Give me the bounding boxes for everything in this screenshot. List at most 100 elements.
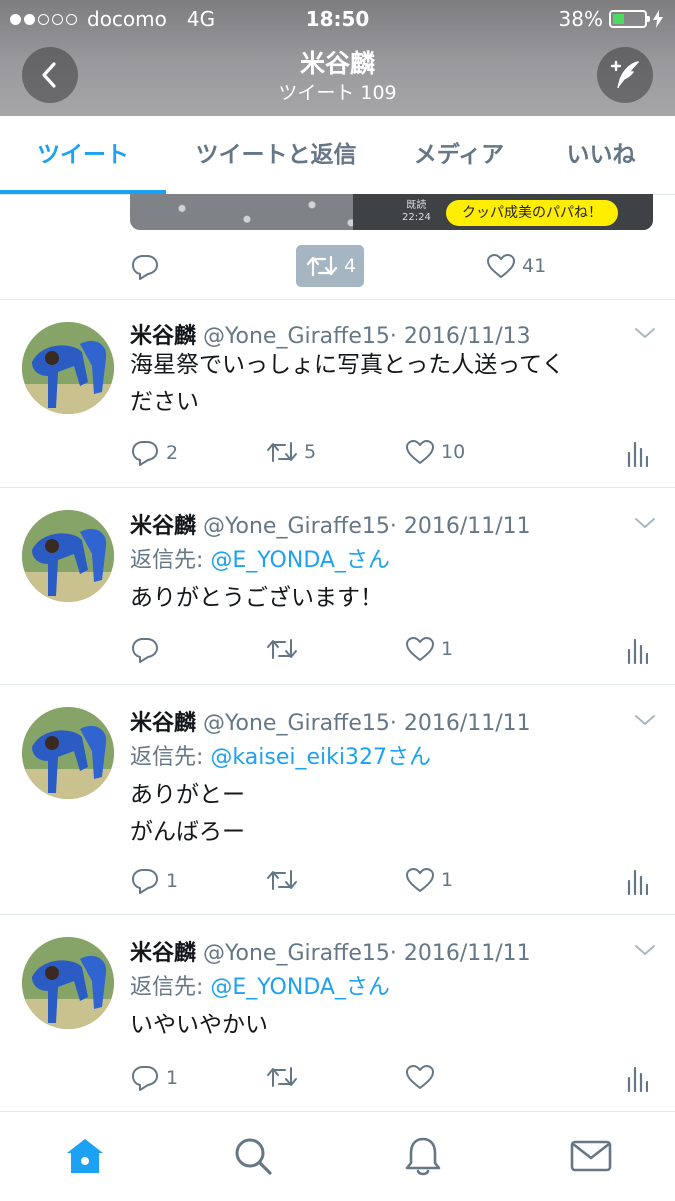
analytics-icon bbox=[627, 869, 648, 895]
reply-button[interactable]: 1 bbox=[130, 867, 178, 895]
search-icon bbox=[235, 1138, 272, 1175]
like-button[interactable]: 41 bbox=[486, 253, 546, 279]
nav-search[interactable] bbox=[231, 1134, 275, 1178]
bell-icon bbox=[405, 1137, 441, 1176]
nav-notifications[interactable] bbox=[401, 1134, 445, 1178]
tweet[interactable]: 米谷麟 @Yone_Giraffe15· 2016/11/11 返信先: @E_… bbox=[0, 487, 675, 685]
reply-count: 1 bbox=[166, 1067, 179, 1089]
reply-to-handle[interactable]: @E_YONDA_さん bbox=[210, 548, 390, 573]
author-handle[interactable]: @Yone_Giraffe15 bbox=[203, 941, 390, 966]
retweet-count: 4 bbox=[344, 255, 357, 277]
tweet-date: · 2016/11/11 bbox=[389, 941, 531, 966]
retweet-button[interactable] bbox=[266, 1064, 304, 1090]
reply-button[interactable]: 1 bbox=[130, 1064, 178, 1092]
analytics-icon bbox=[627, 638, 648, 664]
retweet-button[interactable] bbox=[266, 636, 304, 662]
tweet-actions: 1 bbox=[0, 1064, 675, 1100]
chevron-down-icon[interactable] bbox=[634, 943, 656, 957]
reply-to-label: 返信先: bbox=[130, 548, 211, 573]
analytics-button[interactable] bbox=[626, 439, 648, 467]
tab-tweets[interactable]: ツイート bbox=[0, 116, 166, 194]
author-handle[interactable]: @Yone_Giraffe15 bbox=[203, 711, 390, 736]
author-handle[interactable]: @Yone_Giraffe15 bbox=[203, 514, 390, 539]
charging-icon bbox=[653, 10, 663, 28]
like-count: 1 bbox=[441, 869, 454, 891]
tweet-actions: 1 1 bbox=[0, 867, 675, 903]
reply-to-label: 返信先: bbox=[130, 975, 211, 1000]
tab-tweets-and-replies[interactable]: ツイートと返信 bbox=[166, 116, 386, 194]
author-name[interactable]: 米谷麟 bbox=[130, 711, 196, 736]
battery-icon bbox=[609, 10, 650, 28]
profile-name: 米谷麟 bbox=[299, 49, 375, 78]
analytics-icon bbox=[627, 441, 648, 467]
reply-count: 2 bbox=[166, 442, 179, 464]
image-chat-bubble: クッパ成美のパパね！ bbox=[446, 200, 618, 226]
heart-icon bbox=[406, 868, 434, 892]
clock: 18:50 bbox=[305, 7, 370, 31]
retweet-button[interactable] bbox=[266, 867, 304, 893]
reply-button[interactable] bbox=[130, 253, 160, 281]
avatar[interactable] bbox=[22, 707, 114, 799]
heart-icon bbox=[406, 1065, 434, 1089]
heart-icon bbox=[487, 254, 515, 278]
analytics-icon bbox=[627, 1066, 648, 1092]
tweet-date: · 2016/11/11 bbox=[389, 711, 531, 736]
tweet-image[interactable]: 既読 22:24 クッパ成美のパパね！ bbox=[130, 194, 653, 230]
retweet-icon bbox=[267, 442, 297, 462]
compose-tweet-button[interactable] bbox=[597, 47, 653, 103]
tweet[interactable]: 米谷麟 @Yone_Giraffe15· 2016/11/11 返信先: @E_… bbox=[0, 914, 675, 1112]
author-name[interactable]: 米谷麟 bbox=[130, 514, 196, 539]
analytics-button[interactable] bbox=[626, 1064, 648, 1092]
like-button[interactable]: 1 bbox=[405, 867, 453, 893]
reply-icon bbox=[132, 869, 158, 894]
tweet-actions: 4 41 bbox=[0, 245, 675, 287]
reply-to-handle[interactable]: @E_YONDA_さん bbox=[210, 975, 390, 1000]
profile-header: docomo 4G 18:50 38% 米谷麟 ツイート 109 bbox=[0, 0, 675, 116]
nav-home[interactable] bbox=[63, 1134, 107, 1178]
author-handle[interactable]: @Yone_Giraffe15 bbox=[203, 324, 390, 349]
author-name[interactable]: 米谷麟 bbox=[130, 941, 196, 966]
like-count: 41 bbox=[522, 255, 547, 277]
reply-icon bbox=[132, 441, 158, 466]
avatar[interactable] bbox=[22, 510, 114, 602]
avatar[interactable] bbox=[22, 322, 114, 414]
retweet-button[interactable]: 4 bbox=[306, 253, 356, 279]
like-button[interactable]: 10 bbox=[405, 439, 465, 465]
tweet[interactable]: 米谷麟 @Yone_Giraffe15· 2016/11/11 返信先: @ka… bbox=[0, 684, 675, 915]
like-button[interactable] bbox=[405, 1064, 441, 1090]
reply-button[interactable]: 2 bbox=[130, 439, 178, 467]
reply-button[interactable] bbox=[130, 636, 166, 664]
status-bar: docomo 4G 18:50 38% bbox=[0, 6, 675, 32]
tab-media[interactable]: メディア bbox=[386, 116, 532, 194]
like-button[interactable]: 1 bbox=[405, 636, 453, 662]
home-icon bbox=[67, 1139, 103, 1173]
reply-icon bbox=[132, 638, 158, 663]
compose-icon bbox=[610, 60, 639, 89]
mail-icon bbox=[570, 1140, 612, 1172]
tweet-text: いやいやかい bbox=[130, 1012, 268, 1038]
nav-messages[interactable] bbox=[569, 1134, 613, 1178]
tweet-text: 海星祭でいっしょに写真とった人送ってく ださい bbox=[130, 352, 565, 415]
tweet-actions: 1 bbox=[0, 636, 675, 672]
chevron-down-icon[interactable] bbox=[634, 713, 656, 727]
tweet[interactable]: 米谷麟 @Yone_Giraffe15· 2016/11/13 海星祭でいっしょ… bbox=[0, 299, 675, 488]
tweet-text: ありがとー がんばろー bbox=[130, 782, 245, 845]
avatar[interactable] bbox=[22, 937, 114, 1029]
tweet-count: ツイート 109 bbox=[278, 82, 397, 104]
chevron-down-icon[interactable] bbox=[634, 326, 656, 340]
chevron-down-icon[interactable] bbox=[634, 516, 656, 530]
retweet-icon bbox=[267, 1067, 297, 1087]
retweet-icon bbox=[306, 255, 338, 277]
author-name[interactable]: 米谷麟 bbox=[130, 324, 196, 349]
reply-icon bbox=[132, 255, 158, 280]
analytics-button[interactable] bbox=[626, 867, 648, 895]
retweet-button[interactable]: 5 bbox=[266, 439, 316, 465]
analytics-button[interactable] bbox=[626, 636, 648, 664]
tweet-date: · 2016/11/11 bbox=[389, 514, 531, 539]
retweet-icon bbox=[267, 870, 297, 890]
tab-likes[interactable]: いいね bbox=[532, 116, 670, 194]
reply-to-line: 返信先: @E_YONDA_さん bbox=[130, 969, 390, 1001]
profile-tabs: ツイート ツイートと返信 メディア いいね bbox=[0, 116, 675, 195]
reply-to-handle[interactable]: @kaisei_eiki327さん bbox=[210, 745, 431, 770]
image-read-mark: 既読 bbox=[406, 200, 427, 211]
